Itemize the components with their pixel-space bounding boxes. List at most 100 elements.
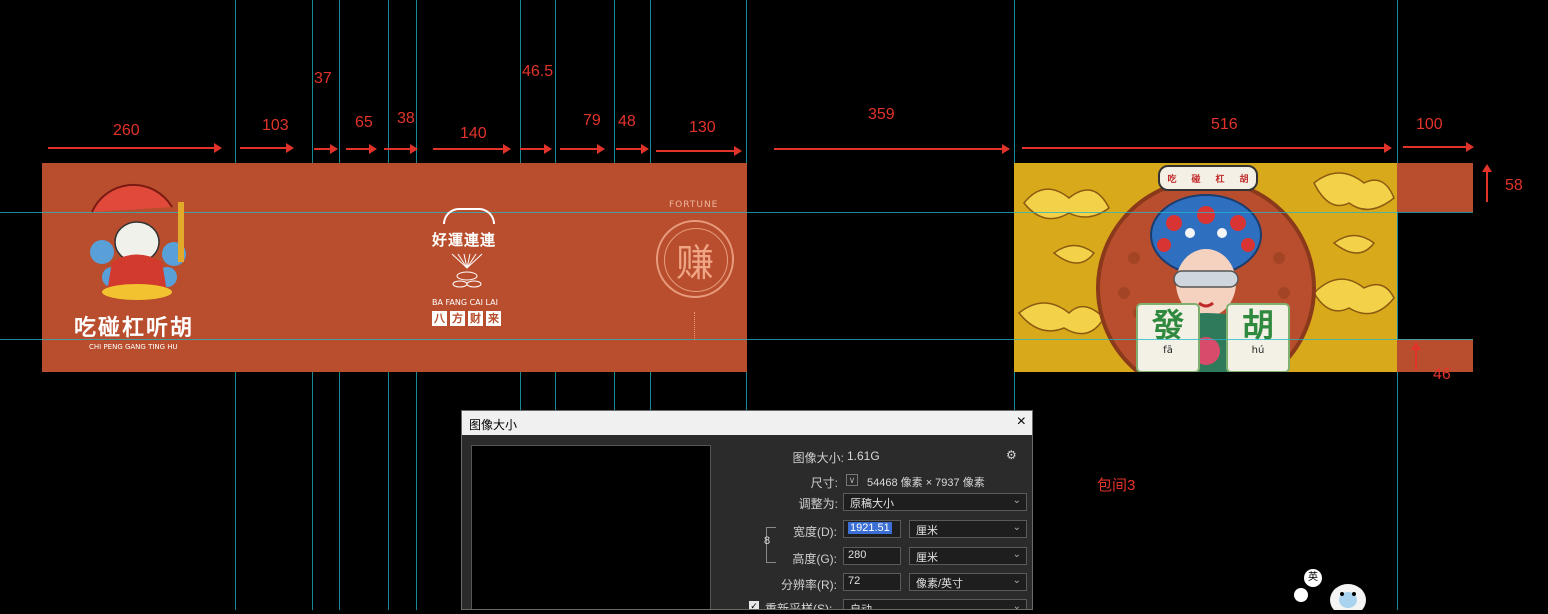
close-icon[interactable]: × — [1017, 413, 1026, 431]
dim-arrow — [520, 144, 552, 154]
height-input[interactable]: 280 — [843, 547, 901, 565]
dialog-titlebar[interactable]: 图像大小 × — [462, 411, 1032, 435]
fit-select[interactable]: 原稿大小 ⌄ — [843, 493, 1027, 511]
dot-icon[interactable] — [1294, 588, 1308, 602]
ingot-icon — [450, 252, 484, 290]
badge-char: 英 — [1308, 572, 1318, 583]
guide-horizontal — [0, 339, 1473, 340]
chevron-down-icon: ⌄ — [1012, 601, 1021, 610]
mahjong-tile-fa: 發 fā — [1136, 303, 1200, 372]
width-unit-select[interactable]: 厘米 ⌄ — [909, 520, 1027, 538]
mid-logo-subtitle: BA FANG CAI LAI — [432, 298, 499, 307]
mid-logo-chars: 八 方 财 来 — [432, 311, 501, 326]
mahjong-tile-hu: 胡 hú — [1226, 303, 1290, 372]
chevron-down-icon: ⌄ — [1012, 549, 1021, 560]
dim-arrow-vertical — [1411, 342, 1421, 370]
resample-checkbox[interactable]: ✓ — [749, 601, 759, 609]
dim-arrow — [560, 144, 605, 154]
image-size-dialog[interactable]: 图像大小 × 图像大小: 1.61G ⚙ 尺寸: ∨ 54468 像素 × 79… — [461, 410, 1033, 610]
dim-label: 38 — [397, 110, 415, 127]
dim-label: 48 — [618, 113, 636, 130]
cloud-pattern — [1014, 163, 1397, 372]
dim-label: 516 — [1211, 116, 1238, 133]
dialog-title: 图像大小 — [469, 418, 518, 432]
height-unit-select[interactable]: 厘米 ⌄ — [909, 547, 1027, 565]
fit-value: 原稿大小 — [850, 498, 894, 510]
chevron-down-icon: ⌄ — [1012, 575, 1021, 586]
char-box: 来 — [486, 311, 501, 326]
fortune-label: FORTUNE — [669, 200, 719, 210]
image-size-label: 图像大小: — [792, 451, 844, 465]
width-input[interactable]: 1921.51 — [843, 520, 901, 538]
dim-label: 79 — [583, 112, 601, 129]
chevron-down-icon: ⌄ — [1012, 522, 1021, 533]
dim-label: 103 — [262, 117, 289, 134]
dim-arrow — [240, 143, 294, 153]
dimensions-value: 54468 像素 × 7937 像素 — [867, 477, 985, 489]
dim-arrow — [1022, 143, 1392, 153]
fortune-seal: 赚 — [656, 220, 734, 298]
resolution-input[interactable]: 72 — [843, 573, 901, 591]
image-size-value: 1.61G — [847, 449, 880, 463]
fortune-char: 赚 — [675, 241, 714, 285]
dim-label: 46.5 — [522, 63, 554, 80]
char-box: 财 — [468, 311, 483, 326]
dim-label: 359 — [868, 106, 895, 123]
arch-icon — [443, 208, 495, 224]
resolution-label: 分辨率(R): — [781, 578, 837, 592]
guide-vertical — [1397, 0, 1398, 610]
dim-arrow — [616, 144, 649, 154]
height-unit: 厘米 — [916, 552, 938, 564]
dim-arrow — [656, 146, 742, 156]
resample-select[interactable]: 自动 ⌄ — [843, 599, 1027, 610]
height-label: 高度(G): — [792, 552, 837, 566]
badge-icon[interactable]: 英 — [1304, 569, 1322, 587]
dim-label: 65 — [355, 114, 373, 131]
logo-subtitle: CHI PENG GANG TING HU — [89, 343, 178, 351]
dimensions-label: 尺寸: — [810, 476, 838, 490]
fortune-vertical-text — [694, 312, 697, 340]
resample-value: 自动 — [850, 604, 872, 610]
design-band-right-top — [1397, 163, 1473, 212]
dim-arrow — [314, 144, 338, 154]
char-box: 方 — [450, 311, 465, 326]
plaque-char: 碰 — [1191, 174, 1201, 185]
dim-label: 100 — [1416, 116, 1443, 133]
fit-label: 调整为: — [798, 497, 838, 511]
dim-arrow — [346, 144, 377, 154]
width-value: 1921.51 — [848, 522, 892, 534]
dim-arrow-vertical — [1482, 164, 1492, 202]
resolution-unit: 像素/英寸 — [916, 578, 964, 590]
height-value: 280 — [848, 549, 867, 561]
width-unit: 厘米 — [916, 525, 938, 537]
dim-label: 46 — [1433, 366, 1451, 383]
plaque-char: 吃 — [1167, 174, 1177, 185]
dim-arrow — [433, 144, 511, 154]
dim-label: 58 — [1505, 177, 1523, 194]
logo-title: 吃碰杠听胡 — [74, 316, 195, 341]
mascot-icon[interactable] — [1328, 580, 1368, 614]
tile-pinyin: fā — [1163, 345, 1173, 356]
image-preview[interactable] — [471, 445, 711, 609]
guide-horizontal — [0, 212, 1473, 213]
dimensions-toggle-icon[interactable]: ∨ — [846, 474, 858, 486]
width-label: 宽度(D): — [793, 525, 837, 539]
resample-label: 重新采样(S): — [765, 602, 833, 610]
tile-pinyin: hú — [1251, 345, 1265, 356]
illustration-panel: 吃 碰 杠 胡 發 fā 胡 hú — [1014, 163, 1397, 372]
resolution-unit-select[interactable]: 像素/英寸 ⌄ — [909, 573, 1027, 591]
plaque-char: 杠 — [1215, 174, 1225, 185]
mid-logo-title: 好運連連 — [432, 231, 497, 249]
dim-arrow — [1403, 142, 1474, 152]
god-of-wealth-illustration — [82, 182, 192, 302]
char-box: 八 — [432, 311, 447, 326]
plaque-char: 胡 — [1239, 174, 1249, 185]
chevron-down-icon: ⌄ — [1012, 495, 1021, 506]
gear-icon[interactable]: ⚙ — [1006, 448, 1017, 462]
dim-label: 37 — [314, 70, 332, 87]
room-label: 包间3 — [1097, 477, 1136, 494]
dim-label: 260 — [113, 122, 140, 139]
dim-label: 130 — [689, 119, 716, 136]
dim-arrow — [48, 143, 222, 153]
plaque-banner: 吃 碰 杠 胡 — [1158, 165, 1258, 191]
